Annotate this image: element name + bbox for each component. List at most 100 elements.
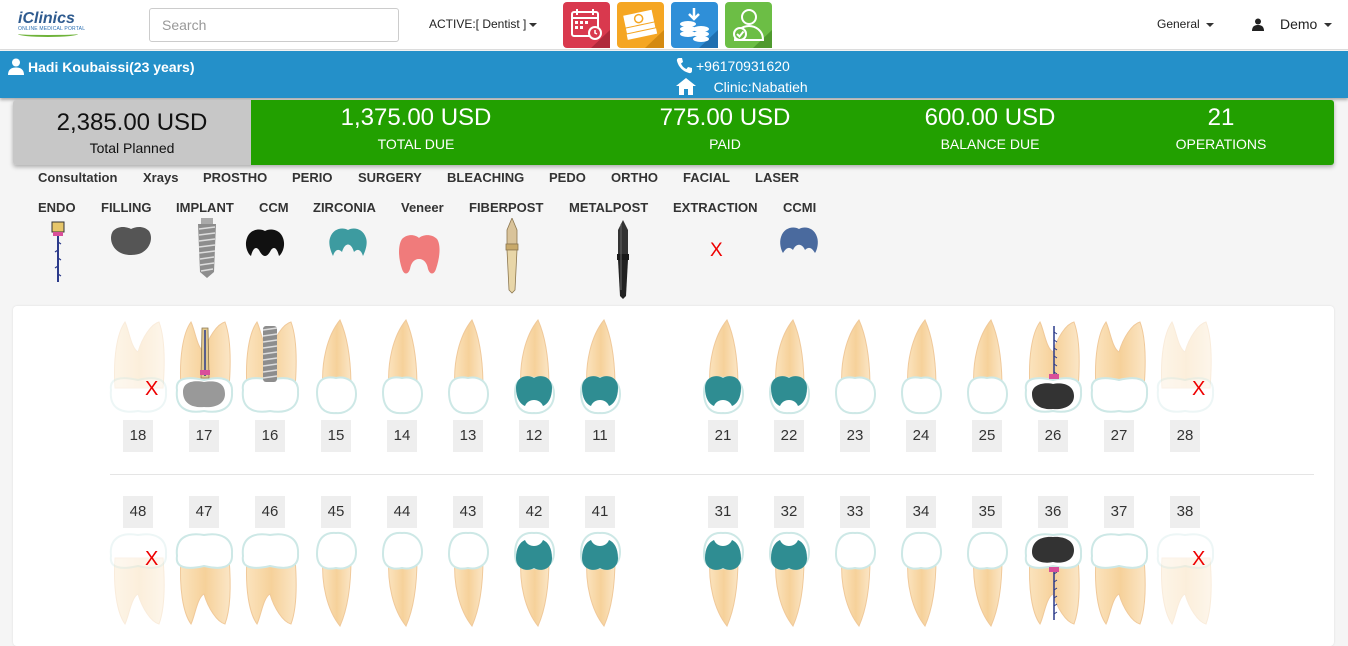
tooth-number-43[interactable]: 43 xyxy=(453,496,483,528)
tool-endo-label[interactable]: ENDO xyxy=(38,200,76,215)
tooth-number-46[interactable]: 46 xyxy=(255,496,285,528)
tooth-number-33[interactable]: 33 xyxy=(840,496,870,528)
tooth-36[interactable] xyxy=(1022,528,1084,633)
category-laser[interactable]: LASER xyxy=(755,170,799,185)
tool-implant-label[interactable]: IMPLANT xyxy=(176,200,234,215)
tooth-number-15[interactable]: 15 xyxy=(321,420,351,452)
tool-zirconia-label[interactable]: ZIRCONIA xyxy=(313,200,376,215)
category-pedo[interactable]: PEDO xyxy=(549,170,586,185)
tooth-number-31[interactable]: 31 xyxy=(708,496,738,528)
category-bleaching[interactable]: BLEACHING xyxy=(447,170,524,185)
tooth-34[interactable] xyxy=(896,528,946,633)
tooth-26[interactable] xyxy=(1022,318,1084,423)
tooth-38[interactable] xyxy=(1154,528,1216,633)
tool-ccmi-label[interactable]: CCMI xyxy=(783,200,816,215)
tooth-16[interactable] xyxy=(239,318,301,423)
tooth-number-13[interactable]: 13 xyxy=(453,420,483,452)
tooth-number-35[interactable]: 35 xyxy=(972,496,1002,528)
tooth-number-38[interactable]: 38 xyxy=(1170,496,1200,528)
tooth-number-34[interactable]: 34 xyxy=(906,496,936,528)
logo[interactable]: iClinics ONLINE MEDICAL PORTAL xyxy=(18,10,88,40)
category-ortho[interactable]: ORTHO xyxy=(611,170,658,185)
tooth-number-23[interactable]: 23 xyxy=(840,420,870,452)
tooth-28[interactable] xyxy=(1154,318,1216,423)
filling-icon[interactable] xyxy=(109,225,153,257)
tooth-number-11[interactable]: 11 xyxy=(585,420,615,452)
tooth-number-21[interactable]: 21 xyxy=(708,420,738,452)
tooth-17[interactable] xyxy=(173,318,235,423)
category-facial[interactable]: FACIAL xyxy=(683,170,730,185)
tooth-45[interactable] xyxy=(311,528,361,633)
fiberpost-icon[interactable] xyxy=(505,218,519,294)
tooth-number-12[interactable]: 12 xyxy=(519,420,549,452)
tooth-27[interactable] xyxy=(1088,318,1150,423)
tooth-31[interactable] xyxy=(698,528,748,633)
user-check-tile-button[interactable] xyxy=(725,2,772,48)
tooth-number-47[interactable]: 47 xyxy=(189,496,219,528)
tooth-number-27[interactable]: 27 xyxy=(1104,420,1134,452)
tooth-35[interactable] xyxy=(962,528,1012,633)
tooth-number-37[interactable]: 37 xyxy=(1104,496,1134,528)
tooth-47[interactable] xyxy=(173,528,235,633)
tooth-37[interactable] xyxy=(1088,528,1150,633)
tool-metalpost-label[interactable]: METALPOST xyxy=(569,200,648,215)
tooth-number-44[interactable]: 44 xyxy=(387,496,417,528)
tooth-44[interactable] xyxy=(377,528,427,633)
tooth-42[interactable] xyxy=(509,528,559,633)
tooth-number-36[interactable]: 36 xyxy=(1038,496,1068,528)
category-surgery[interactable]: SURGERY xyxy=(358,170,422,185)
tooth-33[interactable] xyxy=(830,528,880,633)
tooth-number-28[interactable]: 28 xyxy=(1170,420,1200,452)
user-menu-dropdown[interactable]: Demo xyxy=(1252,16,1333,34)
tooth-41[interactable] xyxy=(575,528,625,633)
tooth-22[interactable] xyxy=(764,318,814,423)
money-tile-button[interactable] xyxy=(617,2,664,48)
tooth-43[interactable] xyxy=(443,528,493,633)
tooth-number-42[interactable]: 42 xyxy=(519,496,549,528)
tooth-21[interactable] xyxy=(698,318,748,423)
tooth-number-41[interactable]: 41 xyxy=(585,496,615,528)
tooth-number-14[interactable]: 14 xyxy=(387,420,417,452)
tooth-25[interactable] xyxy=(962,318,1012,423)
tooth-number-17[interactable]: 17 xyxy=(189,420,219,452)
tooth-number-16[interactable]: 16 xyxy=(255,420,285,452)
zirconia-crown-icon[interactable] xyxy=(327,226,369,258)
endo-file-icon[interactable] xyxy=(50,220,66,285)
tool-filling-label[interactable]: FILLING xyxy=(101,200,152,215)
tooth-number-32[interactable]: 32 xyxy=(774,496,804,528)
metalpost-icon[interactable] xyxy=(615,220,631,300)
ccmi-crown-icon[interactable] xyxy=(778,226,820,254)
tooth-12[interactable] xyxy=(509,318,559,423)
tooth-number-26[interactable]: 26 xyxy=(1038,420,1068,452)
search-input[interactable] xyxy=(149,8,399,42)
tool-fiberpost-label[interactable]: FIBERPOST xyxy=(469,200,543,215)
tooth-11[interactable] xyxy=(575,318,625,423)
tooth-number-24[interactable]: 24 xyxy=(906,420,936,452)
tool-veneer-label[interactable]: Veneer xyxy=(401,200,444,215)
tooth-32[interactable] xyxy=(764,528,814,633)
tooth-24[interactable] xyxy=(896,318,946,423)
tooth-number-25[interactable]: 25 xyxy=(972,420,1002,452)
active-role-dropdown[interactable]: ACTIVE:[ Dentist ] xyxy=(429,17,538,31)
tool-extraction-label[interactable]: EXTRACTION xyxy=(673,200,758,215)
tooth-18[interactable] xyxy=(107,318,169,423)
tooth-number-45[interactable]: 45 xyxy=(321,496,351,528)
tooth-13[interactable] xyxy=(443,318,493,423)
category-perio[interactable]: PERIO xyxy=(292,170,332,185)
tooth-48[interactable] xyxy=(107,528,169,633)
tooth-46[interactable] xyxy=(239,528,301,633)
veneer-icon[interactable] xyxy=(398,233,441,275)
tooth-number-22[interactable]: 22 xyxy=(774,420,804,452)
payments-tile-button[interactable] xyxy=(671,2,718,48)
extraction-icon[interactable]: X xyxy=(710,240,723,262)
ccm-crown-icon[interactable] xyxy=(244,228,286,258)
tooth-number-48[interactable]: 48 xyxy=(123,496,153,528)
calendar-tile-button[interactable] xyxy=(563,2,610,48)
tooth-number-18[interactable]: 18 xyxy=(123,420,153,452)
general-dropdown[interactable]: General xyxy=(1157,17,1215,31)
category-consultation[interactable]: Consultation xyxy=(38,170,117,185)
tooth-14[interactable] xyxy=(377,318,427,423)
tool-ccm-label[interactable]: CCM xyxy=(259,200,289,215)
tooth-23[interactable] xyxy=(830,318,880,423)
category-xrays[interactable]: Xrays xyxy=(143,170,178,185)
